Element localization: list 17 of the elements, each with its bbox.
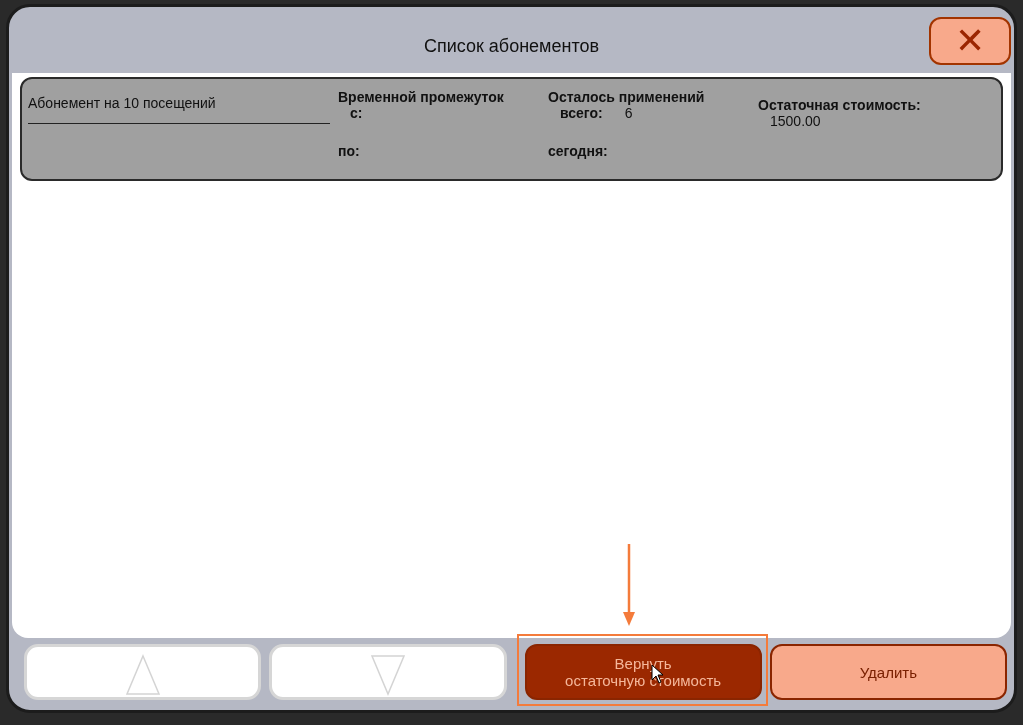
up-triangle-icon	[124, 654, 161, 696]
subscription-card[interactable]: Абонемент на 10 посещений Временной промежуток с: по: Осталось применений всего: 6 сегодня: Остаточная стоимость: 1500.00	[20, 77, 1003, 181]
subscription-name: Абонемент на 10 посещений	[28, 89, 330, 124]
today-label: сегодня:	[548, 143, 609, 159]
total-label: всего:	[559, 105, 603, 121]
cost-label: Остаточная стоимость:	[758, 97, 922, 113]
down-triangle-icon	[369, 654, 406, 696]
close-button[interactable]: ✕	[929, 17, 1011, 65]
window-title: Список абонементов	[423, 35, 600, 57]
total-value: 6	[624, 105, 633, 121]
to-label: по:	[338, 143, 361, 159]
uses-label: Осталось применений	[548, 89, 706, 105]
action-button[interactable]: Удалить	[769, 644, 1007, 700]
from-label: с:	[349, 105, 364, 121]
action-button[interactable]: Вернуть остаточную стоимость	[524, 644, 762, 700]
period-label: Временной промежуток	[338, 89, 505, 105]
cost-value: 1500.00	[769, 113, 822, 129]
